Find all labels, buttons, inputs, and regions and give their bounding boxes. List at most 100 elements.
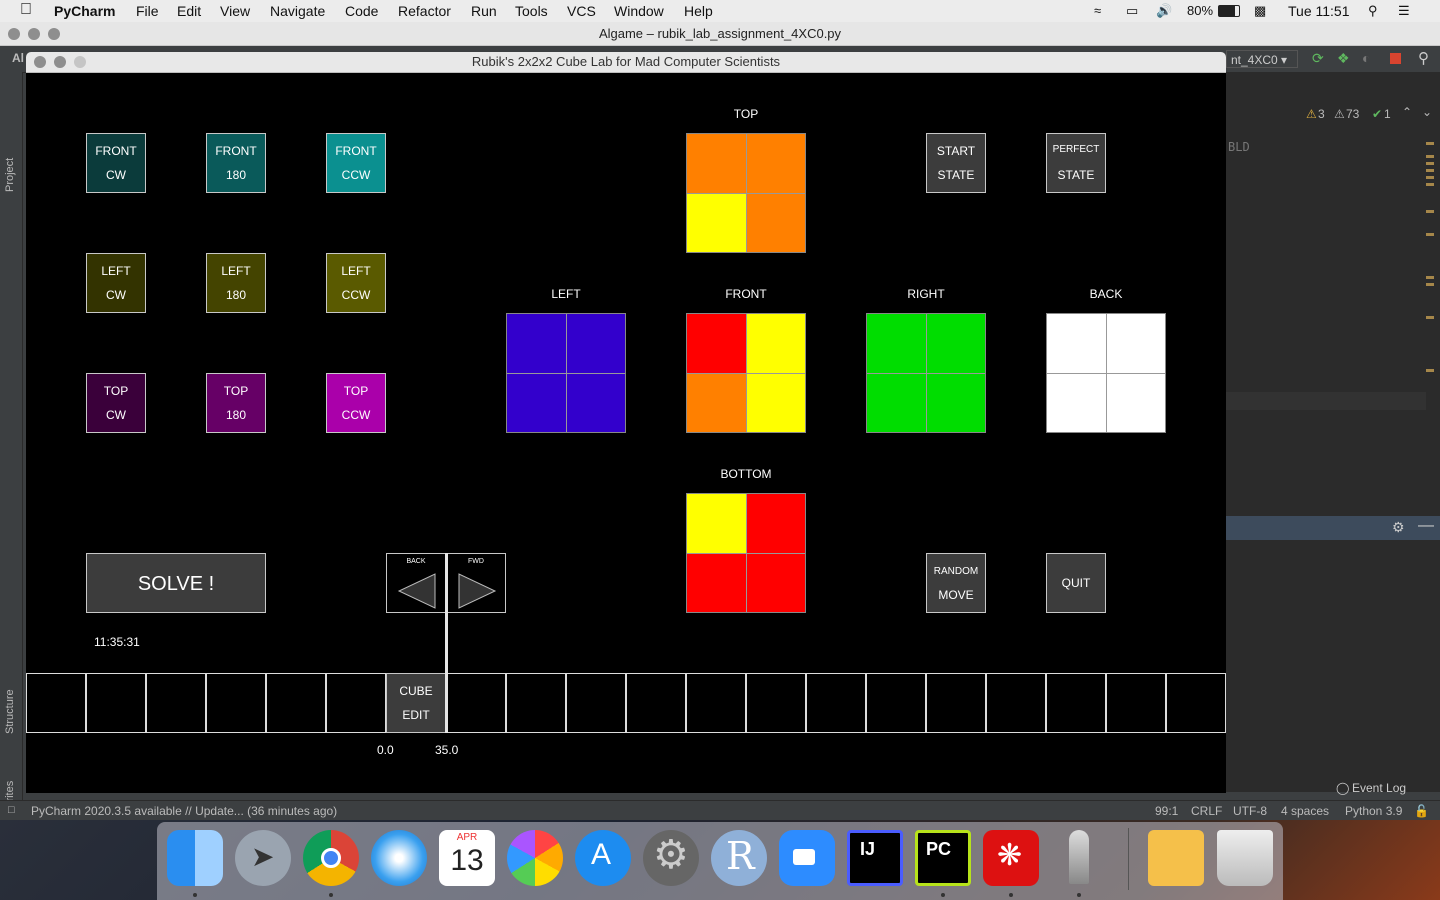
debug-icon[interactable]: ❖ bbox=[1337, 50, 1350, 67]
timeline-slot[interactable] bbox=[326, 673, 386, 733]
right-face[interactable] bbox=[866, 313, 986, 433]
quit-button[interactable]: QUIT bbox=[1046, 553, 1106, 613]
structure-tool-tab[interactable]: Structure bbox=[4, 689, 16, 734]
wifi-icon[interactable]: ≈ bbox=[1094, 3, 1101, 18]
sticker[interactable] bbox=[687, 193, 746, 252]
start-state-button[interactable]: START STATE bbox=[926, 133, 986, 193]
cube-lab-close-icon[interactable] bbox=[34, 56, 46, 68]
sticker[interactable] bbox=[867, 314, 926, 373]
timeline-slot[interactable] bbox=[446, 673, 506, 733]
event-log-icon[interactable]: ◯ bbox=[1336, 781, 1349, 795]
sticker[interactable] bbox=[1106, 314, 1165, 373]
app-store-icon[interactable]: A bbox=[575, 830, 631, 886]
chrome-icon[interactable] bbox=[303, 830, 359, 886]
menu-help[interactable]: Help bbox=[684, 3, 713, 19]
finder-icon[interactable] bbox=[167, 830, 223, 886]
menu-view[interactable]: View bbox=[220, 3, 250, 19]
airplay-icon[interactable]: ▭ bbox=[1126, 3, 1138, 19]
r-icon[interactable]: R bbox=[711, 830, 767, 886]
cube-lab-minimize-icon[interactable] bbox=[54, 56, 66, 68]
sticker[interactable] bbox=[746, 134, 805, 193]
timeline-slot[interactable] bbox=[626, 673, 686, 733]
perfect-state-button[interactable]: PERFECT STATE bbox=[1046, 133, 1106, 193]
front-face[interactable] bbox=[686, 313, 806, 433]
sticker[interactable] bbox=[926, 314, 985, 373]
sticker[interactable] bbox=[687, 553, 746, 612]
timeline-slot[interactable] bbox=[926, 673, 986, 733]
top-180-button[interactable]: TOP 180 bbox=[206, 373, 266, 433]
trash-icon[interactable] bbox=[1217, 830, 1273, 886]
search-everywhere-icon[interactable]: ⚲ bbox=[1418, 49, 1429, 67]
timeline-slot[interactable] bbox=[86, 673, 146, 733]
menu-app-name[interactable]: PyCharm bbox=[54, 3, 115, 19]
sticker[interactable] bbox=[1047, 373, 1106, 432]
timeline-slot[interactable] bbox=[986, 673, 1046, 733]
back-face[interactable] bbox=[1046, 313, 1166, 433]
safari-icon[interactable] bbox=[371, 830, 427, 886]
ide-close-icon[interactable] bbox=[8, 28, 20, 40]
timeline-slot[interactable] bbox=[806, 673, 866, 733]
archive-icon[interactable] bbox=[1148, 830, 1204, 886]
calendar-icon[interactable]: APR 13 bbox=[439, 830, 495, 886]
timeline-slot[interactable] bbox=[1166, 673, 1226, 733]
prev-highlight-icon[interactable]: ⌃ bbox=[1402, 105, 1412, 119]
ide-minimize-icon[interactable] bbox=[28, 28, 40, 40]
apple-icon[interactable]:  bbox=[20, 1, 32, 19]
sticker[interactable] bbox=[746, 193, 805, 252]
next-highlight-icon[interactable]: ⌄ bbox=[1422, 105, 1432, 119]
stop-icon[interactable] bbox=[1390, 53, 1401, 64]
menu-vcs[interactable]: VCS bbox=[567, 3, 596, 19]
project-tool-tab[interactable]: Project bbox=[4, 158, 16, 192]
timeline-slot[interactable] bbox=[686, 673, 746, 733]
left-180-button[interactable]: LEFT 180 bbox=[206, 253, 266, 313]
back-button[interactable]: BACK bbox=[386, 553, 446, 613]
status-lock-icon[interactable]: 🔓 bbox=[1414, 804, 1429, 818]
status-caret-position[interactable]: 99:1 bbox=[1155, 804, 1178, 818]
sticker[interactable] bbox=[566, 373, 625, 432]
random-move-button[interactable]: RANDOM MOVE bbox=[926, 553, 986, 613]
cube-edit-button[interactable]: CUBE EDIT bbox=[386, 673, 446, 733]
sticker[interactable] bbox=[926, 373, 985, 432]
front-180-button[interactable]: FRONT 180 bbox=[206, 133, 266, 193]
event-log-button[interactable]: Event Log bbox=[1352, 781, 1406, 795]
menu-tools[interactable]: Tools bbox=[515, 3, 548, 19]
timeline-slot[interactable] bbox=[1106, 673, 1166, 733]
sticker[interactable] bbox=[746, 494, 805, 553]
status-line-separator[interactable]: CRLF bbox=[1191, 804, 1222, 818]
sticker[interactable] bbox=[687, 314, 746, 373]
timeline-slot[interactable] bbox=[26, 673, 86, 733]
top-ccw-button[interactable]: TOP CCW bbox=[326, 373, 386, 433]
fwd-button[interactable]: FWD bbox=[446, 553, 506, 613]
sticker[interactable] bbox=[687, 373, 746, 432]
python-launcher-icon[interactable] bbox=[1051, 830, 1107, 886]
tool-window-gear-icon[interactable]: ⚙ bbox=[1392, 519, 1405, 536]
pycharm-icon[interactable]: PC bbox=[915, 830, 971, 886]
timeline-slot[interactable] bbox=[746, 673, 806, 733]
timeline-slot[interactable] bbox=[266, 673, 326, 733]
cube-lab-zoom-icon[interactable] bbox=[74, 56, 86, 68]
bottom-face[interactable] bbox=[686, 493, 806, 613]
sticker[interactable] bbox=[687, 494, 746, 553]
sticker[interactable] bbox=[746, 373, 805, 432]
menu-clock[interactable]: Tue 11:51 bbox=[1288, 3, 1350, 19]
coverage-icon[interactable]: ◐ bbox=[1362, 50, 1370, 66]
sticker[interactable] bbox=[867, 373, 926, 432]
zoom-icon[interactable] bbox=[779, 830, 835, 886]
sticker[interactable] bbox=[1047, 314, 1106, 373]
rerun-icon[interactable]: ⟳ bbox=[1312, 50, 1324, 67]
timeline-slot[interactable] bbox=[206, 673, 266, 733]
timeline-slot[interactable] bbox=[866, 673, 926, 733]
menu-code[interactable]: Code bbox=[345, 3, 378, 19]
timeline-slot[interactable] bbox=[506, 673, 566, 733]
top-face[interactable] bbox=[686, 133, 806, 253]
battery-icon[interactable] bbox=[1218, 5, 1240, 17]
status-encoding[interactable]: UTF-8 bbox=[1233, 804, 1267, 818]
front-cw-button[interactable]: FRONT CW bbox=[86, 133, 146, 193]
solve-button[interactable]: SOLVE ! bbox=[86, 553, 266, 613]
system-preferences-icon[interactable]: ⚙ bbox=[643, 830, 699, 886]
ide-zoom-icon[interactable] bbox=[48, 28, 60, 40]
menu-file[interactable]: File bbox=[136, 3, 159, 19]
status-interpreter[interactable]: Python 3.9 bbox=[1345, 804, 1402, 818]
sticker[interactable] bbox=[507, 314, 566, 373]
menu-window[interactable]: Window bbox=[614, 3, 664, 19]
